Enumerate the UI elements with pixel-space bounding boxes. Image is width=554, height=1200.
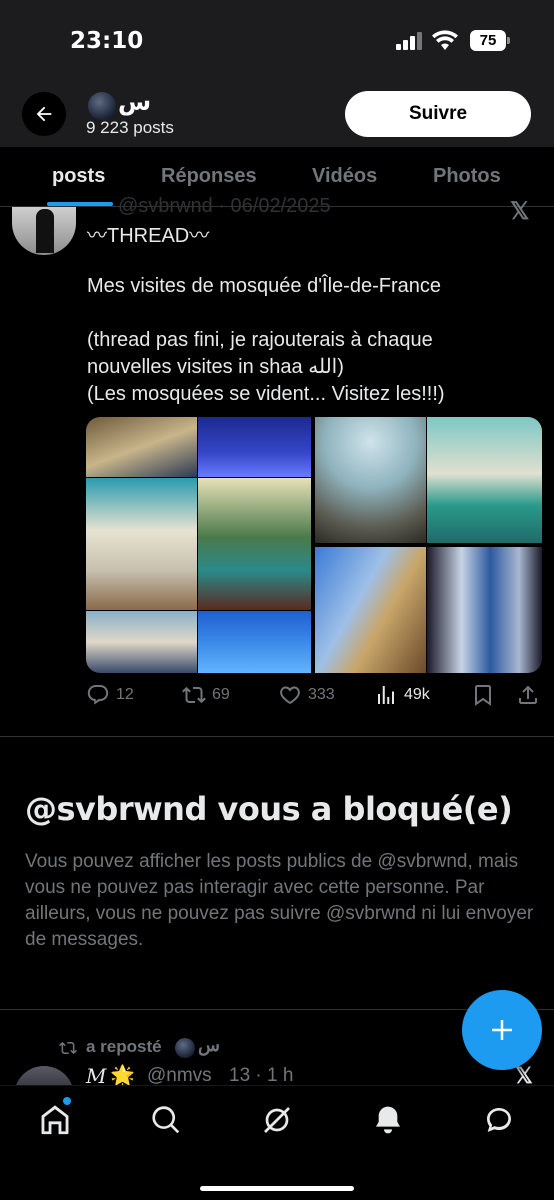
- like-button[interactable]: 333: [278, 683, 335, 707]
- share-button[interactable]: [516, 683, 540, 707]
- compose-post-button[interactable]: [462, 990, 542, 1070]
- profile-header: س 9 223 posts Suivre: [0, 82, 554, 147]
- blocked-notice: @svbrwnd vous a bloqué(e) Vous pouvez af…: [0, 738, 554, 1010]
- views-count: 49k: [404, 686, 430, 703]
- repost-label: a reposté: [86, 1037, 162, 1056]
- signal-icon: [396, 32, 426, 50]
- reposter-avatar: [175, 1038, 195, 1058]
- tweet-actions: 12 69 333 49k: [86, 683, 542, 713]
- media-image-8[interactable]: [427, 417, 542, 543]
- repost-icon: [182, 686, 206, 704]
- active-tab-indicator: [47, 202, 113, 206]
- tab-photos[interactable]: Photos: [433, 165, 501, 188]
- reply-icon: [87, 685, 109, 705]
- grok-icon: [264, 1107, 290, 1133]
- status-time: 23:10: [70, 28, 144, 54]
- media-image-7[interactable]: [315, 417, 426, 543]
- nav-messages[interactable]: [479, 1100, 519, 1140]
- media-image-9[interactable]: [315, 547, 426, 673]
- tab-videos[interactable]: Vidéos: [312, 165, 377, 188]
- tweet-author-handle[interactable]: @nmvs: [147, 1065, 212, 1087]
- repost-small-icon: [59, 1041, 77, 1055]
- like-count: 333: [308, 686, 335, 703]
- search-icon: [152, 1106, 180, 1134]
- blocked-description: Vous pouvez afficher les posts publics d…: [25, 851, 534, 950]
- follow-button[interactable]: Suivre: [345, 91, 531, 137]
- media-image-5[interactable]: [86, 611, 197, 673]
- bell-icon: [376, 1106, 400, 1134]
- reply-count: 12: [116, 686, 134, 703]
- tweet-text-line: nouvelles visites in shaa الله): [87, 356, 344, 378]
- nav-grok[interactable]: [257, 1100, 297, 1140]
- tab-posts[interactable]: posts: [52, 165, 105, 188]
- battery-indicator: 75: [470, 30, 510, 51]
- media-image-1[interactable]: [86, 417, 197, 477]
- bottom-navigation: [0, 1085, 554, 1200]
- media-image-10[interactable]: [427, 547, 542, 673]
- media-image-4[interactable]: [198, 478, 311, 610]
- x-logo-icon: 𝕏: [510, 198, 530, 225]
- home-unread-dot: [63, 1097, 71, 1105]
- bookmark-button[interactable]: [471, 683, 495, 707]
- blocked-title: @svbrwnd vous a bloqué(e): [25, 790, 513, 828]
- share-icon: [519, 685, 537, 704]
- profile-display-name: س: [118, 88, 152, 116]
- tweet-text-line: (Les mosquées se vident... Visitez les!!…: [87, 383, 445, 405]
- profile-avatar-small: [88, 92, 116, 120]
- nav-search[interactable]: [146, 1100, 186, 1140]
- tab-replies[interactable]: Réponses: [161, 165, 257, 188]
- bookmark-icon: [475, 685, 491, 706]
- plus-icon: [492, 1020, 512, 1040]
- tweet-text-line: Mes visites de mosquée d'Île-de-France: [87, 275, 441, 297]
- home-indicator: [200, 1186, 354, 1191]
- reply-button[interactable]: 12: [86, 683, 134, 707]
- wifi-icon: [432, 30, 458, 50]
- nav-home[interactable]: [35, 1100, 75, 1140]
- home-icon: [41, 1105, 69, 1135]
- views-chart-icon: [378, 686, 394, 704]
- tweet-timestamp: 13 · 1 h: [229, 1065, 294, 1086]
- nav-notifications[interactable]: [368, 1100, 408, 1140]
- post-count: 9 223 posts: [86, 118, 174, 137]
- media-image-2[interactable]: [198, 417, 311, 477]
- tweet-card[interactable]: M 🌟 @nmvs 13 · 1 h 𝕏: [0, 1063, 554, 1096]
- heart-icon: [280, 686, 300, 705]
- arrow-left-icon: [36, 106, 52, 122]
- tweet-header-partial: @svbrwnd · 06/02/2025: [118, 195, 331, 217]
- views-button[interactable]: 49k: [374, 683, 430, 707]
- tweet-text-line: (thread pas fini, je rajouterais à chaqu…: [87, 329, 433, 351]
- status-bar: 23:10 75: [0, 0, 554, 82]
- repost-count: 69: [212, 686, 230, 703]
- media-image-6[interactable]: [198, 611, 311, 673]
- media-image-3[interactable]: [86, 478, 197, 610]
- reposter-name: س: [198, 1035, 220, 1055]
- repost-button[interactable]: 69: [182, 683, 230, 707]
- back-button[interactable]: [22, 92, 66, 136]
- tweet-media-grid[interactable]: [86, 417, 542, 673]
- chat-bubble-icon: [487, 1108, 511, 1132]
- tweet-thread-label: 〰THREAD〰: [87, 225, 210, 247]
- tweet-author-avatar[interactable]: [12, 207, 76, 255]
- tweet-card[interactable]: @svbrwnd · 06/02/2025 𝕏 〰THREAD〰 Mes vis…: [0, 195, 554, 737]
